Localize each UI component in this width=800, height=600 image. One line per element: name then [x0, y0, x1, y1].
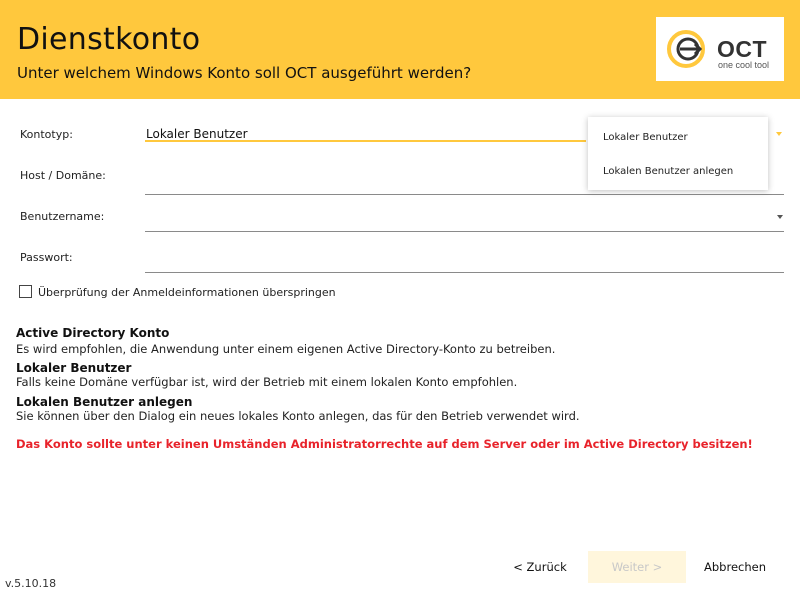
skip-credential-check-checkbox[interactable]: [19, 285, 32, 298]
info-text-create-local-user: Sie können über den Dialog ein neues lok…: [16, 409, 580, 423]
account-type-dropdown: Lokaler Benutzer Lokalen Benutzer anlege…: [588, 117, 768, 190]
password-label: Passwort:: [20, 251, 73, 264]
host-domain-label: Host / Domäne:: [20, 169, 106, 182]
info-title-ad-account: Active Directory Konto: [16, 326, 170, 340]
next-button[interactable]: Weiter >: [588, 551, 686, 583]
password-input[interactable]: [145, 251, 784, 273]
page-title: Dienstkonto: [17, 22, 201, 57]
oct-logo: OCT one cool tool: [656, 17, 784, 81]
account-type-select[interactable]: Lokaler Benutzer: [145, 120, 586, 142]
account-type-label: Kontotyp:: [20, 128, 73, 141]
cancel-button[interactable]: Abbrechen: [700, 551, 770, 583]
info-title-create-local-user: Lokalen Benutzer anlegen: [16, 395, 193, 409]
info-title-local-user: Lokaler Benutzer: [16, 361, 132, 375]
page-subtitle: Unter welchem Windows Konto soll OCT aus…: [17, 64, 472, 82]
info-text-local-user: Falls keine Domäne verfügbar ist, wird d…: [16, 375, 518, 389]
header-banner: Dienstkonto Unter welchem Windows Konto …: [0, 0, 800, 99]
logo-tagline: one cool tool: [718, 60, 770, 70]
dropdown-option-create-local-user[interactable]: Lokalen Benutzer anlegen: [603, 166, 733, 177]
version-label: v.5.10.18: [5, 577, 57, 590]
account-type-value: Lokaler Benutzer: [146, 127, 248, 141]
admin-rights-warning: Das Konto sollte unter keinen Umständen …: [16, 437, 753, 451]
username-label: Benutzername:: [20, 210, 105, 223]
info-text-ad-account: Es wird empfohlen, die Anwendung unter e…: [16, 342, 556, 356]
skip-credential-check-label[interactable]: Überprüfung der Anmeldeinformationen übe…: [38, 286, 336, 299]
dropdown-option-local-user[interactable]: Lokaler Benutzer: [603, 132, 688, 143]
back-button[interactable]: < Zurück: [508, 551, 572, 583]
logo-text: OCT: [717, 36, 768, 62]
username-combobox[interactable]: [145, 210, 784, 232]
account-type-chevron-down-icon[interactable]: [776, 132, 782, 136]
oct-logo-icon: [667, 30, 705, 68]
username-chevron-down-icon[interactable]: [777, 215, 783, 219]
